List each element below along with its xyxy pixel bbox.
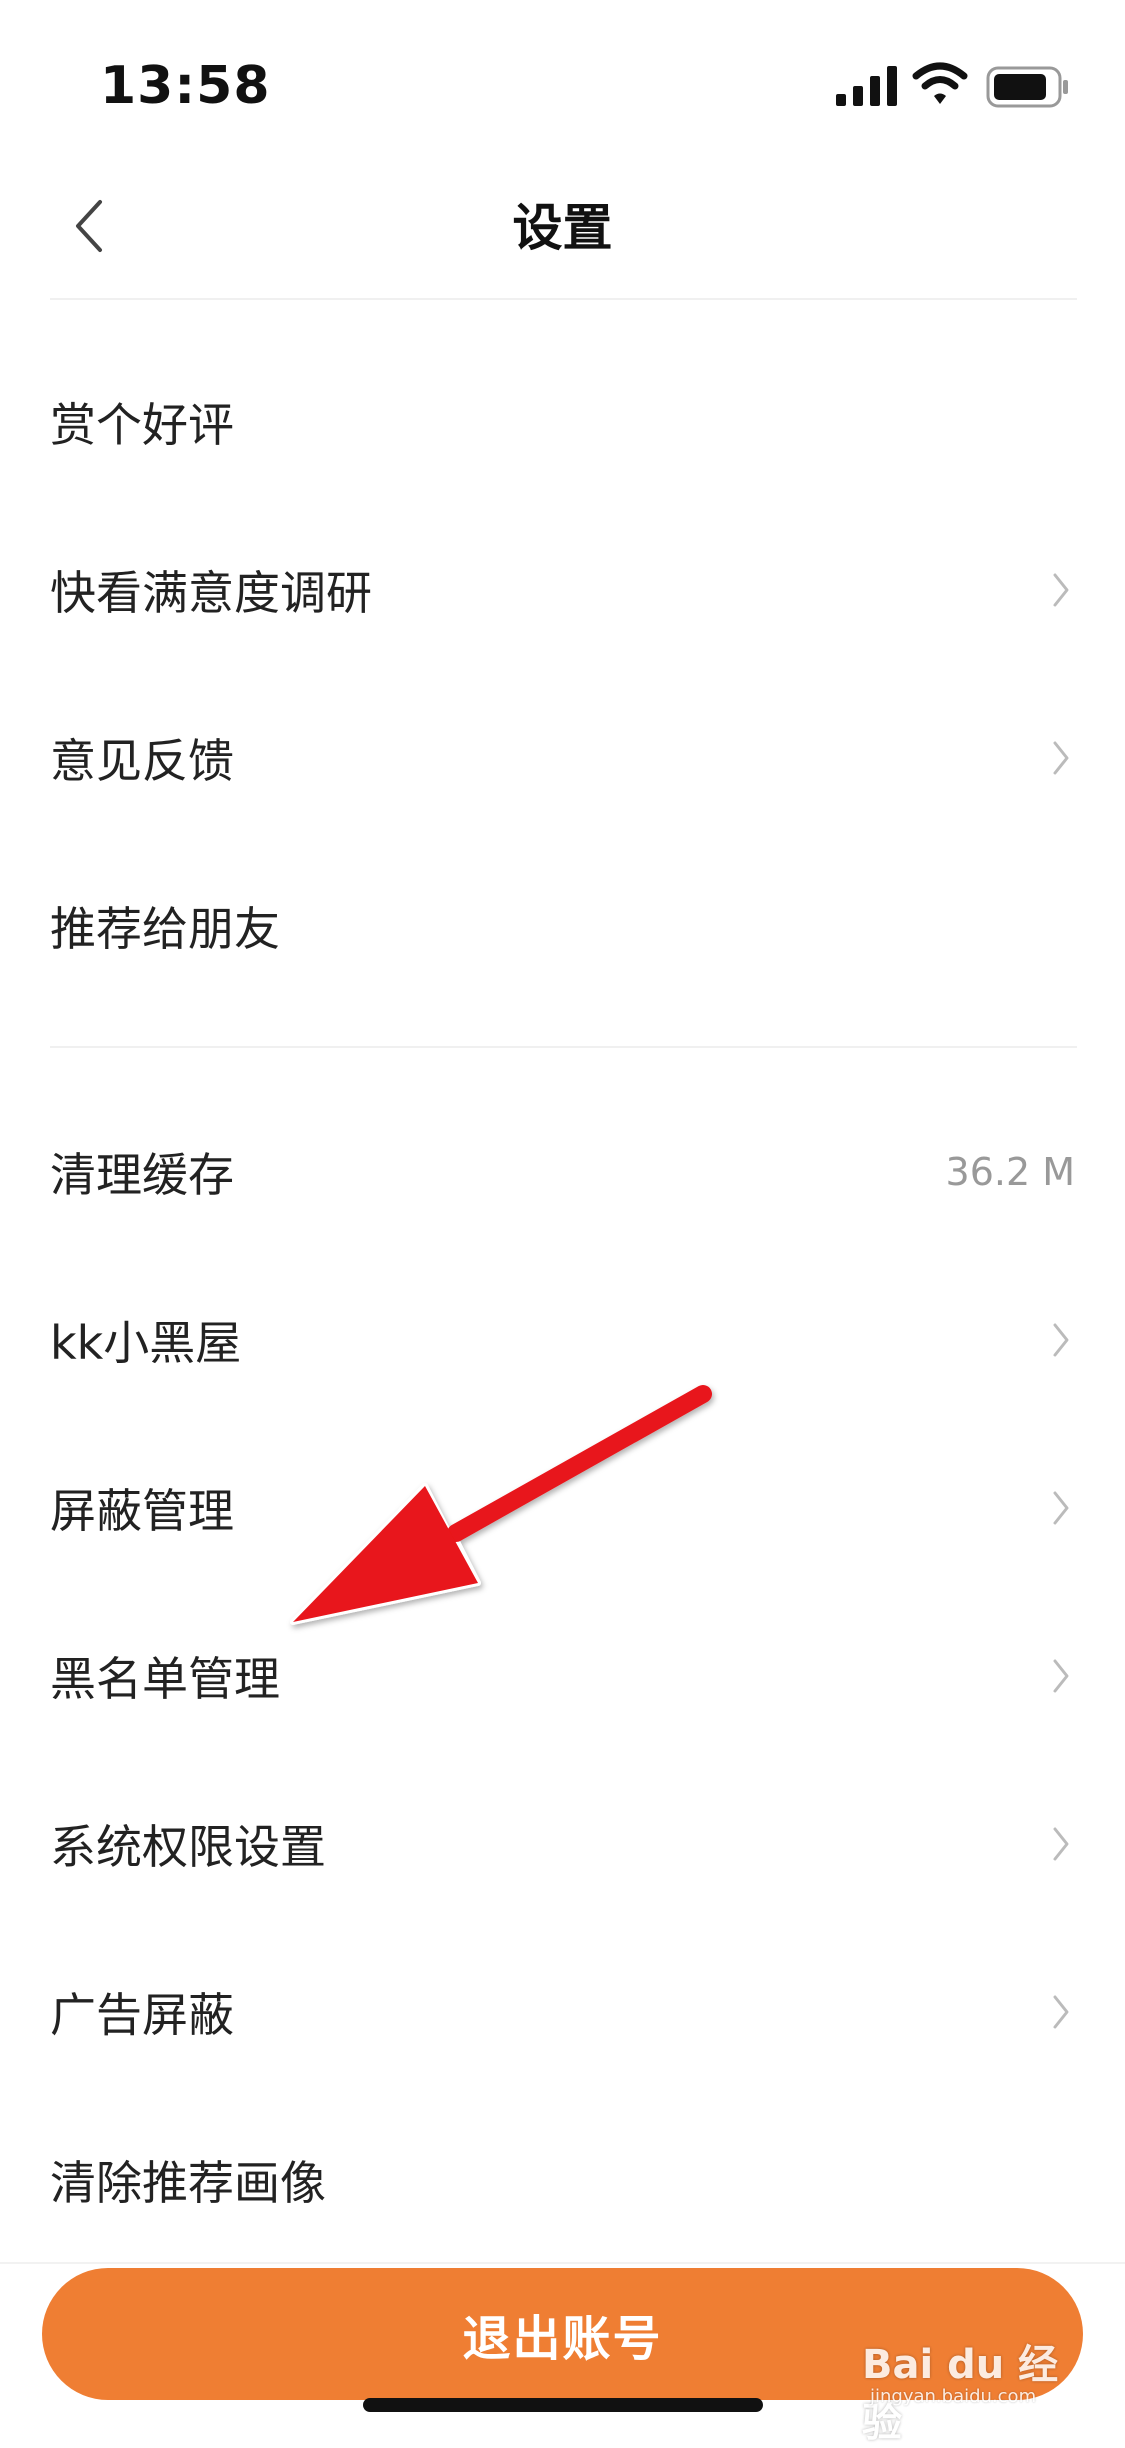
chevron-right-icon (1053, 1323, 1069, 1357)
list-item-block-management[interactable]: 屏蔽管理 (0, 1424, 1125, 1592)
list-item-satisfaction-survey[interactable]: 快看满意度调研 (0, 506, 1125, 674)
list-item-recommend-to-friends[interactable]: 推荐给朋友 (0, 842, 1125, 1010)
list-item-feedback[interactable]: 意见反馈 (0, 674, 1125, 842)
list-item-blacklist-management[interactable]: 黑名单管理 (0, 1592, 1125, 1760)
chevron-right-icon (1053, 1827, 1069, 1861)
watermark-sub: jingyan.baidu.com (870, 2386, 1037, 2407)
list-item-clear-cache[interactable]: 清理缓存 36.2 M (0, 1088, 1125, 1256)
chevron-right-icon (1053, 1491, 1069, 1525)
battery-icon (986, 66, 1068, 108)
list-item-label: kk小黑屋 (50, 1316, 242, 1370)
chevron-right-icon (1053, 573, 1069, 607)
home-indicator (363, 2398, 763, 2412)
section-divider (50, 1046, 1077, 1048)
chevron-right-icon (1053, 741, 1069, 775)
list-item-rate-app[interactable]: 赏个好评 (0, 338, 1125, 506)
list-item-label: 赏个好评 (50, 398, 234, 452)
list-item-label: 屏蔽管理 (50, 1484, 234, 1538)
page-title: 设置 (512, 199, 613, 257)
list-item-ad-block[interactable]: 广告屏蔽 (0, 1928, 1125, 2096)
list-item-label: 意见反馈 (50, 734, 234, 788)
list-item-label: 系统权限设置 (50, 1820, 326, 1874)
status-time: 13:58 (100, 56, 271, 116)
divider (50, 298, 1077, 300)
nav-bar: 设置 (0, 160, 1125, 300)
list-item-label: 推荐给朋友 (50, 902, 280, 956)
list-item-system-permissions[interactable]: 系统权限设置 (0, 1760, 1125, 1928)
list-item-label: 清除推荐画像 (50, 2156, 326, 2210)
chevron-right-icon (1053, 1995, 1069, 2029)
list-item-kk-blackroom[interactable]: kk小黑屋 (0, 1256, 1125, 1424)
cache-size-value: 36.2 M (945, 1150, 1075, 1194)
signal-icon (836, 66, 897, 106)
chevron-right-icon (1053, 1659, 1069, 1693)
baidu-watermark: Bai du 经验 jingyan.baidu.com (862, 2320, 1082, 2446)
list-item-label: 清理缓存 (50, 1148, 234, 1202)
wifi-icon (912, 62, 968, 104)
list-item-label: 黑名单管理 (50, 1652, 280, 1706)
list-item-label: 快看满意度调研 (50, 566, 372, 620)
status-bar: 13:58 (0, 0, 1125, 160)
list-item-label: 广告屏蔽 (50, 1988, 234, 2042)
list-item-clear-recommend-profile[interactable]: 清除推荐画像 (0, 2096, 1125, 2264)
